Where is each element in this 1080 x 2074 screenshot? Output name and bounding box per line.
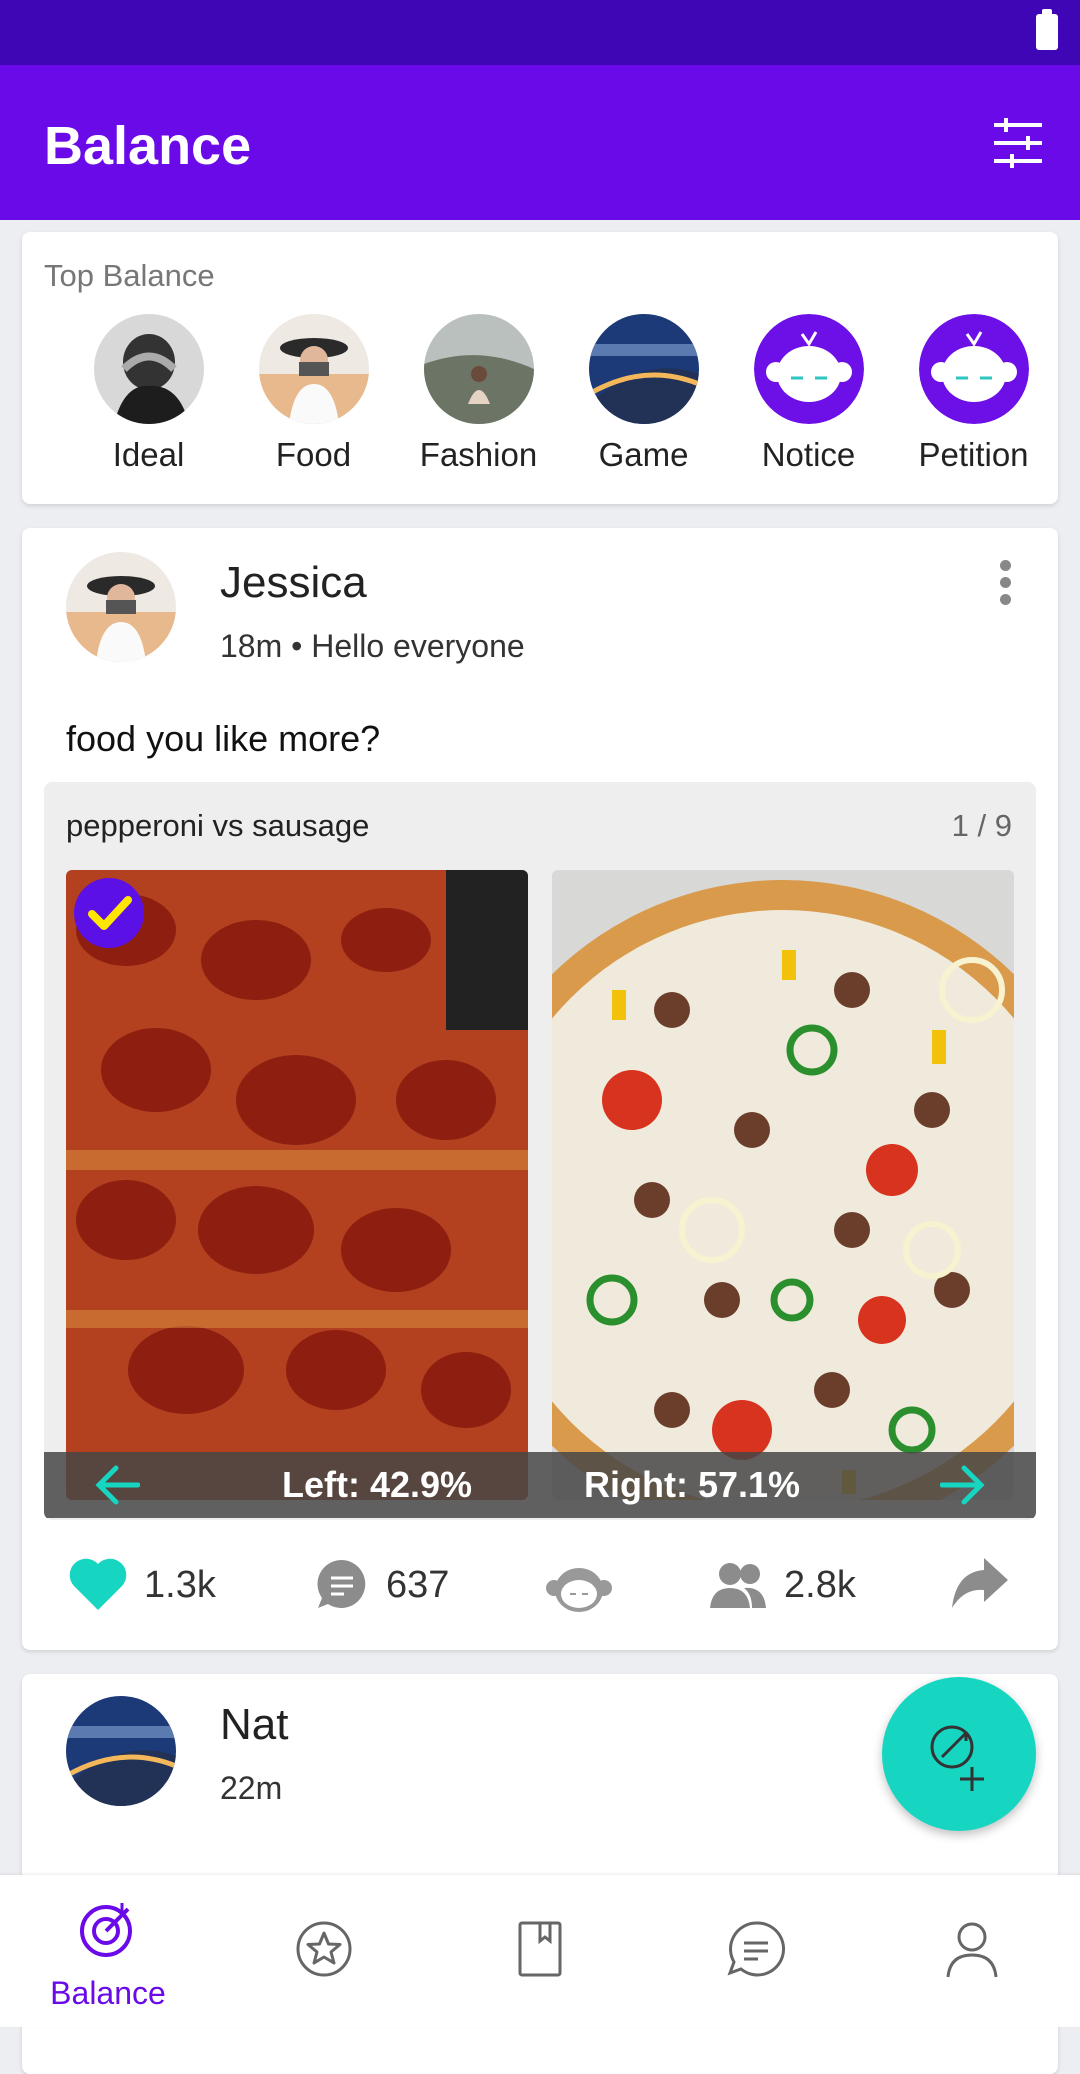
vs-title: pepperoni vs sausage <box>66 808 370 843</box>
monkey-reaction-button[interactable] <box>544 1554 624 1614</box>
app-bar: Balance <box>0 65 1080 220</box>
participants-button[interactable]: 2.8k <box>708 1554 898 1614</box>
nav-chat[interactable] <box>648 1875 864 2027</box>
food-avatar <box>258 314 369 424</box>
arrow-left-icon <box>95 1465 141 1505</box>
status-bar <box>0 0 1080 65</box>
next-arrow-button[interactable] <box>939 1464 986 1506</box>
share-button[interactable] <box>950 1554 1014 1614</box>
monkey-logo-icon <box>918 314 1029 424</box>
top-item-notice[interactable]: Notice <box>726 314 891 474</box>
post-card: Jessica 18m • Hello everyone food you li… <box>22 528 1058 1650</box>
right-result-text: Right: 57.1% <box>584 1464 801 1505</box>
like-count: 1.3k <box>144 1564 216 1606</box>
ideal-avatar <box>93 314 204 424</box>
people-icon <box>710 1563 766 1608</box>
right-option-image[interactable] <box>552 870 1014 1500</box>
person-icon <box>946 1922 998 1978</box>
top-item-label: Notice <box>761 436 856 473</box>
selected-check-icon <box>74 878 144 948</box>
participant-count: 2.8k <box>784 1564 856 1606</box>
post-actions: 1.3k 637 2.8k <box>22 1540 1058 1630</box>
like-button[interactable]: 1.3k <box>68 1554 248 1614</box>
top-item-label: Fashion <box>419 436 538 473</box>
chat-icon <box>727 1921 786 1977</box>
bookmark-book-icon <box>518 1921 562 1977</box>
nav-favorites[interactable] <box>216 1875 432 2027</box>
battery-icon <box>1036 9 1058 50</box>
top-item-food[interactable]: Food <box>231 314 396 474</box>
top-item-label: Ideal <box>112 436 185 473</box>
monkey-logo-icon <box>753 314 864 424</box>
author-name[interactable]: Jessica <box>220 558 367 608</box>
top-item-game[interactable]: Game <box>561 314 726 474</box>
bottom-navigation: Balance <box>0 1875 1080 2027</box>
top-item-label: Game <box>598 436 689 473</box>
top-item-fashion[interactable]: Fashion <box>396 314 561 474</box>
left-option-image[interactable] <box>66 870 528 1500</box>
left-result-text: Left: 42.9% <box>282 1464 473 1505</box>
top-item-label: Petition <box>918 436 1029 473</box>
more-options-button[interactable] <box>1000 560 1014 606</box>
author-avatar[interactable] <box>66 1696 176 1806</box>
author-avatar[interactable] <box>66 552 176 662</box>
monkey-icon <box>546 1568 612 1612</box>
star-icon <box>296 1921 352 1977</box>
share-arrow-icon <box>952 1558 1008 1608</box>
nav-balance-label: Balance <box>50 1975 166 2011</box>
create-balance-fab[interactable] <box>882 1677 1036 1831</box>
comment-count: 637 <box>386 1564 450 1606</box>
top-balance-card: Top Balance Ideal Food Fashion Game Noti… <box>22 232 1058 504</box>
arrow-right-icon <box>939 1465 985 1505</box>
author-name[interactable]: Nat <box>220 1700 288 1750</box>
heart-icon <box>69 1558 127 1610</box>
comment-button[interactable]: 637 <box>314 1554 484 1614</box>
top-item-label: Food <box>275 436 352 473</box>
balance-vote-box: pepperoni vs sausage 1 / 9 Left: 42.9% R… <box>44 782 1036 1520</box>
post-meta: 22m <box>220 1770 283 1806</box>
fashion-avatar <box>423 314 534 424</box>
game-avatar <box>588 314 699 424</box>
sliders-icon <box>994 118 1042 168</box>
result-bar: Left: 42.9% Right: 57.1% <box>44 1452 1036 1518</box>
nav-balance[interactable]: Balance <box>0 1875 216 2027</box>
nav-bookmarks[interactable] <box>432 1875 648 2027</box>
top-balance-label: Top Balance <box>44 258 215 293</box>
page-counter: 1 / 9 <box>951 808 1012 843</box>
post-question: food you like more? <box>66 718 381 759</box>
app-title: Balance <box>44 116 252 176</box>
comment-icon <box>317 1559 366 1608</box>
prev-arrow-button[interactable] <box>94 1464 141 1506</box>
top-item-petition[interactable]: Petition <box>891 314 1056 474</box>
post-meta: 18m • Hello everyone <box>220 628 525 664</box>
filter-settings-button[interactable] <box>992 117 1044 169</box>
add-balance-icon <box>930 1725 984 1791</box>
target-icon <box>80 1903 132 1957</box>
nav-profile[interactable] <box>864 1875 1080 2027</box>
top-item-ideal[interactable]: Ideal <box>66 314 231 474</box>
top-balance-list: Ideal Food Fashion Game Notice Petition <box>22 314 1058 484</box>
